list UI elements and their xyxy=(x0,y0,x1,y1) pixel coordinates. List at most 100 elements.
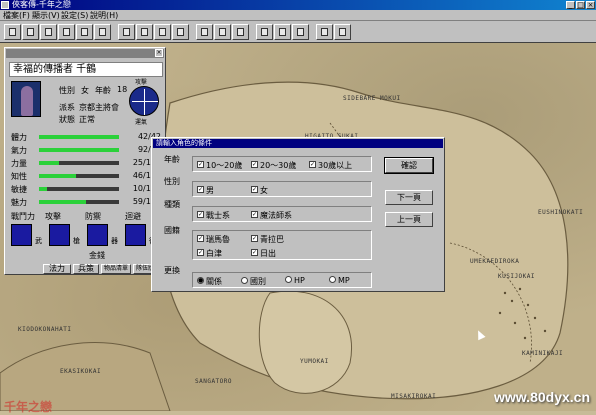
gender-value: 女 xyxy=(81,86,89,95)
state-label: 狀態 xyxy=(59,115,75,124)
bag-icon[interactable] xyxy=(172,24,189,40)
title-bar: 俠客傳-千年之戀 _ □ × xyxy=(0,0,596,10)
stat-row: 敏捷 10/100 xyxy=(11,184,161,194)
app-icon[interactable] xyxy=(1,1,9,9)
age-option[interactable]: ✓ 30歲以上 xyxy=(309,160,352,171)
skill-slot[interactable] xyxy=(11,224,32,246)
copy-icon[interactable] xyxy=(76,24,93,40)
map-label: KIODOKONAHATI xyxy=(18,326,72,333)
stat-row: 魅力 59/100 xyxy=(11,197,161,207)
sort-option[interactable]: ● 關係 xyxy=(197,276,222,287)
close-icon[interactable]: × xyxy=(155,49,163,57)
dialog-title: 請輸入角色的條件 xyxy=(153,139,443,148)
items-button[interactable]: 物品清單 xyxy=(101,264,131,274)
defense-label: 防禦 xyxy=(85,212,101,221)
character-status-window: × 幸福的傳播者 千鶴 性別 女 年齡 18 派系 京都主將會 狀態 正常 攻擊… xyxy=(4,47,166,275)
map-label: SANGATORO xyxy=(195,378,233,385)
age-value: 18 xyxy=(117,85,128,94)
type-option[interactable]: ✓ 戰士系 xyxy=(197,210,230,221)
prev-page-button[interactable]: 上一頁 xyxy=(385,212,433,227)
gender-option[interactable]: ✓ 女 xyxy=(251,185,268,196)
sort-option[interactable]: 國別 xyxy=(241,276,266,287)
gender-label: 性別 xyxy=(59,86,75,95)
map-icon[interactable] xyxy=(118,24,135,40)
age-option[interactable]: ✓ 10～20歲 xyxy=(197,160,242,171)
stat-row: 知性 46/100 xyxy=(11,171,161,181)
book-icon[interactable] xyxy=(214,24,231,40)
map-label: EKASIKOKAI xyxy=(60,368,102,375)
compass-icon xyxy=(129,86,159,116)
status-title-bar: × xyxy=(6,49,164,58)
age-options: ✓ 10～20歲 ✓ 20～30歲 ✓ 30歲以上 xyxy=(192,156,372,172)
minimize-button[interactable]: _ xyxy=(566,1,575,9)
coin-icon[interactable] xyxy=(196,24,213,40)
strategy-button[interactable]: 兵策 xyxy=(73,264,99,274)
menu-help[interactable]: 說明(H) xyxy=(90,10,118,21)
type-option[interactable]: ✓ 魔法師系 xyxy=(251,210,292,221)
state-value: 正常 xyxy=(79,115,95,124)
next-page-button[interactable]: 下一頁 xyxy=(385,190,433,205)
country-option[interactable]: ✓ 白津 xyxy=(197,248,222,259)
cut-icon[interactable] xyxy=(58,24,75,40)
scroll-icon[interactable] xyxy=(256,24,273,40)
castle-icon[interactable] xyxy=(154,24,171,40)
menu-settings[interactable]: 設定(S) xyxy=(61,10,88,21)
sort-group-label: 更換 xyxy=(164,266,180,275)
stat-row: 氣力 92/92 xyxy=(11,145,161,155)
skill-label: 武 xyxy=(35,237,42,245)
money-label: 金錢 xyxy=(89,251,105,260)
paste-icon[interactable] xyxy=(94,24,111,40)
country-option[interactable]: ✓ 日出 xyxy=(251,248,276,259)
character-portrait xyxy=(11,81,41,117)
map-label: UMEKAEDIROKA xyxy=(470,258,520,265)
age-option[interactable]: ✓ 20～30歲 xyxy=(251,160,296,171)
map-label: MISAKIROKAI xyxy=(391,393,437,400)
menu-file[interactable]: 檔案(F) xyxy=(3,10,30,21)
country-group-label: 國籍 xyxy=(164,226,180,235)
compass-top-label: 攻擊 xyxy=(135,79,148,86)
skill-slot[interactable] xyxy=(125,224,146,246)
country-option[interactable]: ✓ 瑞馬魯 xyxy=(197,234,230,245)
age-label: 年齡 xyxy=(95,86,111,95)
age-group-label: 年齡 xyxy=(164,155,180,164)
country-options: ✓ 瑞馬魯 ✓ 青拉巴 ✓ 白津 ✓ 日出 xyxy=(192,230,372,260)
gender-options: ✓ 男 ✓ 女 xyxy=(192,181,372,197)
sort-option[interactable]: MP xyxy=(329,276,350,285)
type-options: ✓ 戰士系 ✓ 魔法師系 xyxy=(192,206,372,222)
country-option[interactable]: ✓ 青拉巴 xyxy=(251,234,284,245)
person-icon[interactable] xyxy=(136,24,153,40)
skill-label: 槍 xyxy=(73,237,80,245)
gender-group-label: 性別 xyxy=(164,177,180,186)
window-title: 俠客傳-千年之戀 xyxy=(12,0,71,9)
map-label: KAMINIKAJI xyxy=(522,350,564,357)
help-icon[interactable] xyxy=(316,24,333,40)
menu-bar: 檔案(F) 顯示(V) 設定(S) 說明(H) xyxy=(0,10,596,21)
confirm-button[interactable]: 確認 xyxy=(384,157,434,174)
character-search-dialog: 請輸入角色的條件 年齡 ✓ 10～20歲 ✓ 20～30歲 ✓ 30歲以上 性別 ✓ 男… xyxy=(151,137,445,292)
open-icon[interactable] xyxy=(22,24,39,40)
map-label: KUSIJOKAI xyxy=(498,273,536,280)
maximize-button[interactable]: □ xyxy=(576,1,585,9)
exit-icon[interactable] xyxy=(334,24,351,40)
map-label: SIDEBARE MOKUI xyxy=(343,95,401,102)
close-button[interactable]: × xyxy=(586,1,595,9)
stat-row: 力量 25/100 xyxy=(11,158,161,168)
watermark: www.80dyx.cn xyxy=(494,389,590,405)
attack-label: 攻擊 xyxy=(45,212,61,221)
magic-button[interactable]: 法力 xyxy=(43,264,71,274)
hand-icon[interactable] xyxy=(232,24,249,40)
map-label: YUMOKAI xyxy=(300,358,329,365)
gender-option[interactable]: ✓ 男 xyxy=(197,185,214,196)
skill-slot[interactable] xyxy=(87,224,108,246)
print-icon[interactable] xyxy=(40,24,57,40)
skill-label: 器 xyxy=(111,237,118,245)
toolbar xyxy=(0,21,596,43)
arrow-right-icon[interactable] xyxy=(274,24,291,40)
skill-slot[interactable] xyxy=(49,224,70,246)
sort-option[interactable]: HP xyxy=(285,276,305,285)
character-name: 幸福的傳播者 千鶴 xyxy=(9,62,163,77)
logo-text: 千年之戀 xyxy=(4,400,53,414)
menu-view[interactable]: 顯示(V) xyxy=(32,10,60,21)
arrow-left-icon[interactable] xyxy=(292,24,309,40)
save-icon[interactable] xyxy=(4,24,21,40)
